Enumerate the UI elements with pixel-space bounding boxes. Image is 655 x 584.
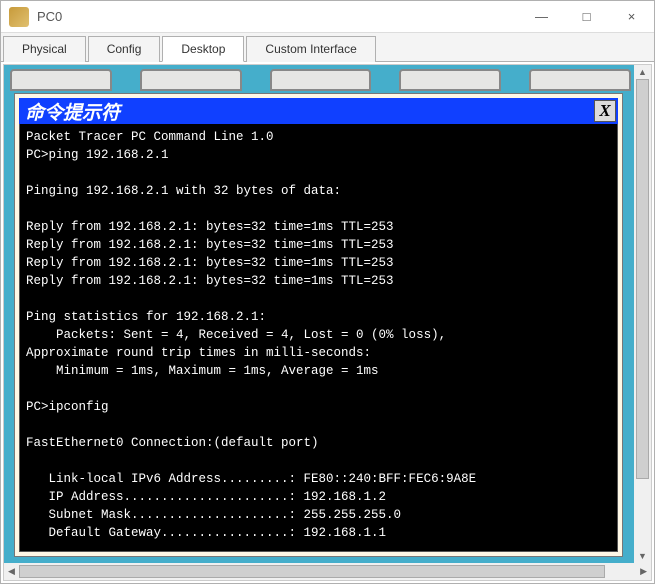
- desktop-app-icon[interactable]: [529, 69, 631, 91]
- scroll-down-icon[interactable]: ▼: [638, 549, 647, 563]
- scroll-thumb[interactable]: [636, 79, 649, 479]
- tab-physical[interactable]: Physical: [3, 36, 86, 62]
- app-icon: [9, 7, 29, 27]
- window-title: PC0: [29, 9, 519, 24]
- tab-config[interactable]: Config: [88, 36, 161, 62]
- scroll-left-icon[interactable]: ◀: [4, 566, 19, 577]
- command-prompt-title: 命令提示符: [25, 98, 594, 125]
- command-prompt-close-button[interactable]: X: [594, 100, 616, 122]
- desktop-area: 命令提示符 X Packet Tracer PC Command Line 1.…: [3, 64, 652, 581]
- horizontal-scrollbar[interactable]: ◀ ▶: [4, 563, 651, 580]
- scroll-track[interactable]: [19, 563, 636, 580]
- maximize-button[interactable]: □: [564, 1, 609, 32]
- desktop-app-icon[interactable]: [10, 69, 112, 91]
- scroll-right-icon[interactable]: ▶: [636, 566, 651, 577]
- scroll-track[interactable]: [634, 79, 651, 549]
- desktop-icon-row: [10, 69, 631, 95]
- desktop-app-icon[interactable]: [270, 69, 372, 91]
- close-button[interactable]: ×: [609, 1, 654, 32]
- tab-strip: Physical Config Desktop Custom Interface: [1, 33, 654, 62]
- tab-desktop[interactable]: Desktop: [162, 36, 244, 62]
- desktop-content: 命令提示符 X Packet Tracer PC Command Line 1.…: [4, 65, 651, 563]
- desktop-app-icon[interactable]: [140, 69, 242, 91]
- vertical-scrollbar[interactable]: ▲ ▼: [634, 65, 651, 563]
- command-prompt-window[interactable]: 命令提示符 X Packet Tracer PC Command Line 1.…: [14, 93, 623, 557]
- tab-custom-interface[interactable]: Custom Interface: [246, 36, 375, 62]
- app-window: PC0 — □ × Physical Config Desktop Custom…: [0, 0, 655, 584]
- title-bar[interactable]: PC0 — □ ×: [1, 1, 654, 33]
- command-prompt-titlebar[interactable]: 命令提示符 X: [19, 98, 618, 124]
- scroll-thumb[interactable]: [19, 565, 605, 578]
- minimize-button[interactable]: —: [519, 1, 564, 32]
- scroll-up-icon[interactable]: ▲: [638, 65, 647, 79]
- command-prompt-body[interactable]: Packet Tracer PC Command Line 1.0 PC>pin…: [19, 124, 618, 552]
- desktop-app-icon[interactable]: [399, 69, 501, 91]
